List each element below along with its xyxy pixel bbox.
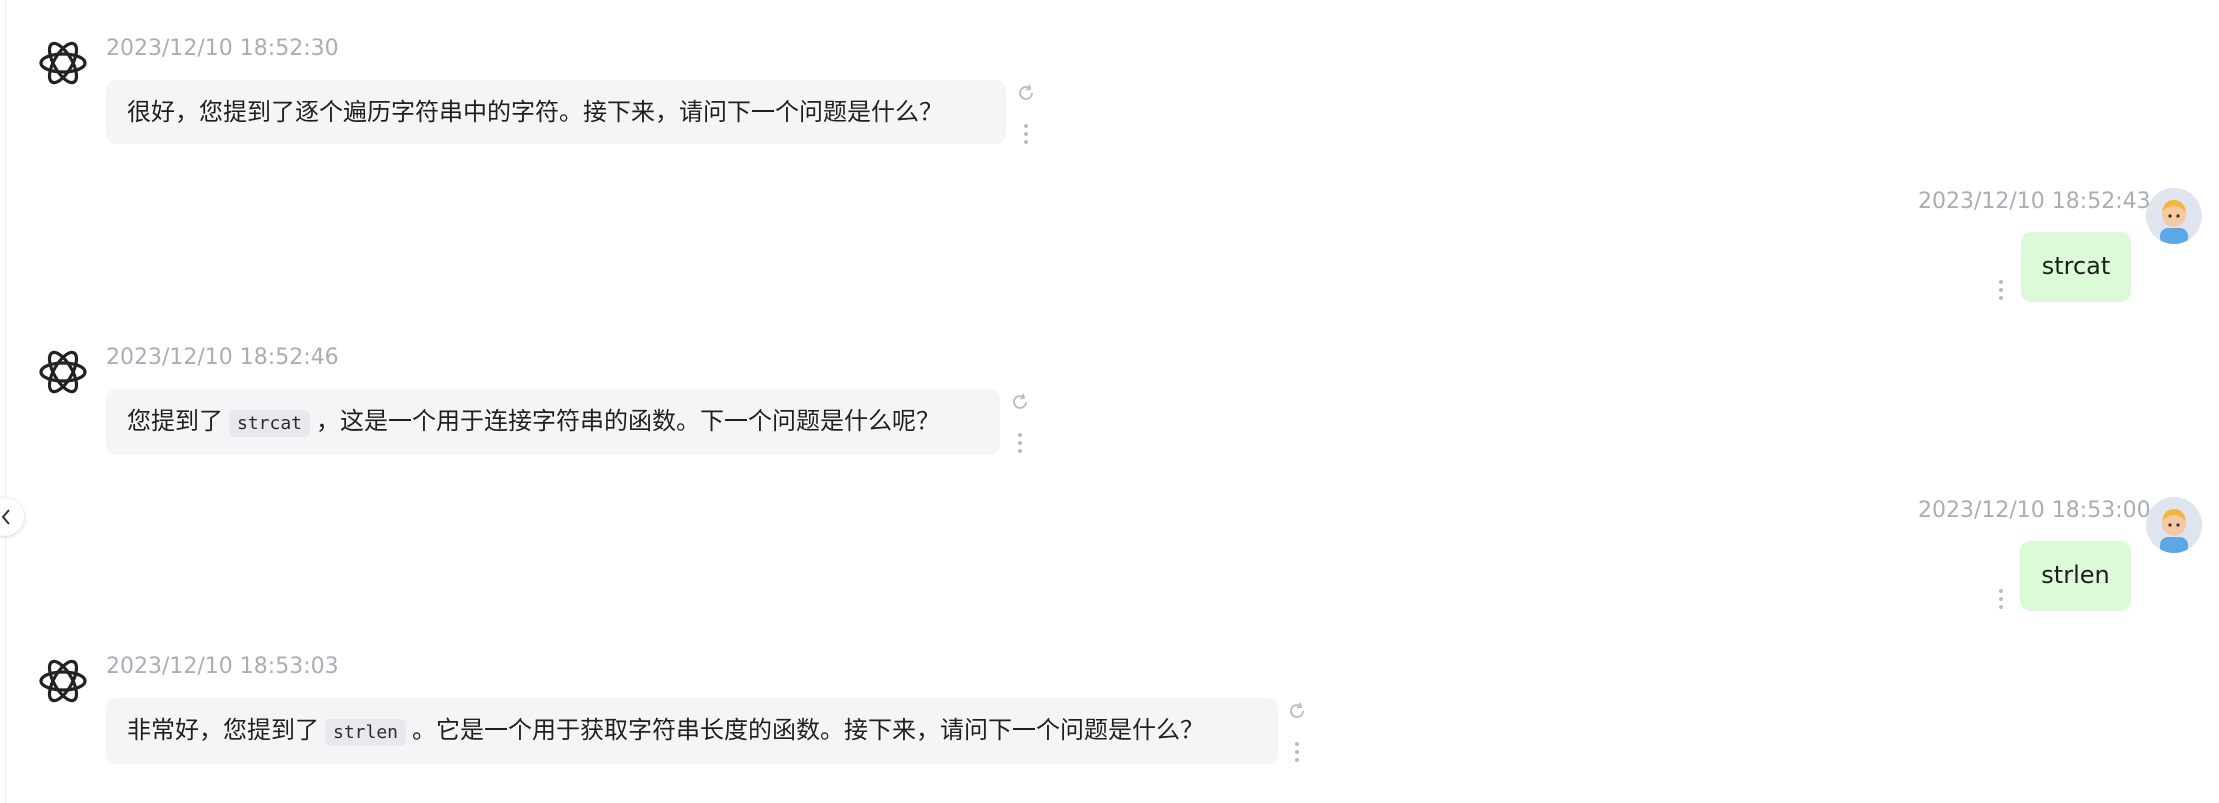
refresh-icon[interactable] bbox=[1010, 392, 1030, 412]
openai-logo-icon bbox=[39, 350, 87, 394]
openai-logo-icon bbox=[39, 41, 87, 85]
chevron-left-icon bbox=[1, 509, 10, 525]
inline-code: strcat bbox=[229, 410, 311, 437]
refresh-icon[interactable] bbox=[1287, 701, 1307, 721]
message-bubble: 非常好，您提到了 strlen 。它是一个用于获取字符串长度的函数。接下来，请问下一… bbox=[106, 698, 1278, 764]
message-text: 非常好，您提到了 bbox=[127, 716, 319, 744]
cartoon-person-icon bbox=[2146, 188, 2202, 244]
message-text: 您提到了 bbox=[127, 407, 223, 435]
message-timestamp: 2023/12/10 18:53:03 bbox=[106, 654, 339, 679]
message-bubble: strlen bbox=[2020, 541, 2131, 611]
message-bubble: 很好，您提到了逐个遍历字符串中的字符。接下来，请问下一个问题是什么？ bbox=[106, 80, 1006, 144]
message-text: strlen bbox=[2041, 561, 2110, 589]
message-timestamp: 2023/12/10 18:52:46 bbox=[106, 345, 339, 370]
refresh-icon[interactable] bbox=[1016, 83, 1036, 103]
inline-code: strlen bbox=[325, 719, 407, 746]
cartoon-person-icon bbox=[2146, 497, 2202, 553]
openai-logo-icon bbox=[39, 659, 87, 703]
collapse-sidebar-button[interactable] bbox=[0, 498, 24, 536]
message-timestamp: 2023/12/10 18:53:00 bbox=[1918, 498, 2151, 523]
more-vertical-icon[interactable] bbox=[1017, 433, 1023, 457]
message-timestamp: 2023/12/10 18:52:43 bbox=[1918, 189, 2151, 214]
message-bubble: strcat bbox=[2021, 232, 2131, 302]
sidebar-divider bbox=[5, 0, 6, 803]
message-text: ，这是一个用于连接字符串的函数。下一个问题是什么呢？ bbox=[316, 407, 941, 435]
more-vertical-icon[interactable] bbox=[1998, 589, 2004, 613]
more-vertical-icon[interactable] bbox=[1998, 280, 2004, 304]
more-vertical-icon[interactable] bbox=[1294, 742, 1300, 766]
message-text: 。它是一个用于获取字符串长度的函数。接下来，请问下一个问题是什么？ bbox=[412, 716, 1205, 744]
message-bubble: 您提到了 strcat ，这是一个用于连接字符串的函数。下一个问题是什么呢？ bbox=[106, 389, 1000, 455]
message-text: strcat bbox=[2041, 252, 2111, 280]
more-vertical-icon[interactable] bbox=[1023, 124, 1029, 148]
message-text: 很好，您提到了逐个遍历字符串中的字符。接下来，请问下一个问题是什么？ bbox=[127, 98, 943, 126]
message-timestamp: 2023/12/10 18:52:30 bbox=[106, 36, 339, 61]
